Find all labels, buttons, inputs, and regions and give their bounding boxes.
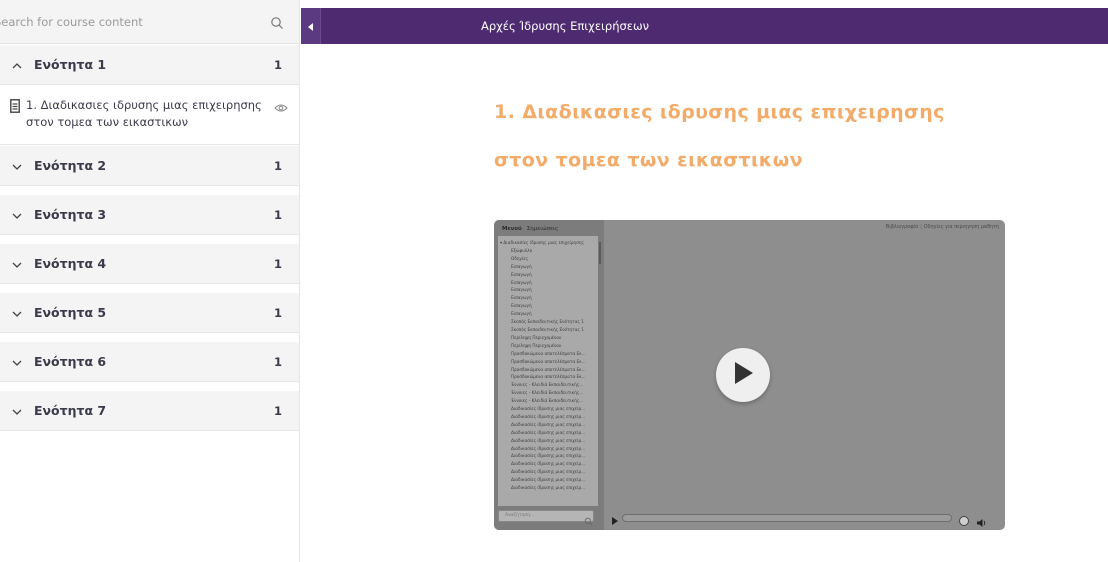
player-menu-item[interactable]: Διαδικασίες ίδρυσης μιας επιχείρ... (498, 421, 586, 429)
section-header-6[interactable]: Ενότητα 6 1 (0, 342, 299, 382)
player-menu-item[interactable]: Έννοιες - Κλειδιά Εκπαιδευτικής... (498, 381, 586, 389)
section-header-3[interactable]: Ενότητα 3 1 (0, 195, 299, 235)
chevron-down-icon (10, 257, 24, 271)
section-header-4[interactable]: Ενότητα 4 1 (0, 244, 299, 284)
section-title: Ενότητα 2 (34, 158, 107, 173)
section-title: Ενότητα 1 (34, 57, 107, 72)
player-menu-item[interactable]: Εισαγωγή (498, 279, 586, 287)
seek-bar[interactable] (622, 514, 952, 522)
chevron-down-icon (10, 306, 24, 320)
player-menu-item[interactable]: Σκοπός Εκπαιδευτικής Ενότητας 1 (498, 318, 586, 326)
chevron-down-icon (10, 404, 24, 418)
course-sidebar: Ενότητα 1 1 1. Διαδικασιες ιδρυσης μιας … (0, 0, 300, 562)
section-header-2[interactable]: Ενότητα 2 1 (0, 146, 299, 186)
section-count: 1 (273, 403, 282, 418)
section-title: Ενότητα 7 (34, 403, 107, 418)
player-menu-item[interactable]: Εισαγωγή (498, 294, 586, 302)
section-count: 1 (273, 207, 282, 222)
course-header: Αρχές Ίδρυσης Επιχειρήσεων (301, 8, 1108, 44)
player-menu-item[interactable]: Εισαγωγή (498, 302, 586, 310)
player-menu-item[interactable]: Προσδοκώμενα αποτελέσματα Εκ... (498, 366, 586, 374)
caret-left-icon (307, 17, 315, 36)
play-icon (731, 360, 755, 390)
lesson-title: 1. Διαδικασιες ιδρυσης μιας επιχειρησης … (26, 98, 262, 129)
player-menu-item[interactable]: Περίληψη Περιεχομένου (498, 334, 586, 342)
player-menu-item[interactable]: Διαδικασίες ίδρυσης μιας επιχείρ... (498, 460, 586, 468)
section-count: 1 (273, 305, 282, 320)
document-icon (10, 98, 20, 113)
player-menu-item[interactable]: Εισαγωγή (498, 263, 586, 271)
player-menu-item[interactable]: Έννοιες - Κλειδιά Εκπαιδευτικής... (498, 389, 586, 397)
section-header-5[interactable]: Ενότητα 5 1 (0, 293, 299, 333)
player-menu-item[interactable]: Εισαγωγή (498, 310, 586, 318)
section-count: 1 (273, 256, 282, 271)
section-title: Ενότητα 3 (34, 207, 107, 222)
bibliography-link[interactable]: Βιβλιογραφία (886, 225, 918, 230)
menu-scrollbar[interactable] (599, 242, 601, 264)
section-count: 1 (273, 158, 282, 173)
player-menu-panel: Μενού Σημειώσεις ▾ Διαδικασίες ίδρυσης μ… (494, 220, 604, 530)
section-header-1[interactable]: Ενότητα 1 1 (0, 45, 299, 85)
section-title: Ενότητα 4 (34, 256, 107, 271)
player-menu-item[interactable]: Περίληψη Περιεχομένου (498, 342, 586, 350)
player-menu-item[interactable]: Διαδικασίες ίδρυσης μιας επιχείρ... (498, 476, 586, 484)
player-menu-item[interactable]: ▾ Διαδικασίες ίδρυσης μιας επιχείρησης (498, 239, 586, 247)
player-menu-item[interactable]: Διαδικασίες ίδρυσης μιας επιχείρ... (498, 452, 586, 460)
chevron-up-icon (10, 58, 24, 72)
volume-icon[interactable] (976, 513, 988, 527)
play-control-icon[interactable] (610, 512, 620, 525)
player-menu-item[interactable]: Διαδικασίες ίδρυσης μιας επιχείρ... (498, 413, 586, 421)
tab-notes[interactable]: Σημειώσεις (527, 226, 558, 232)
player-menu-item[interactable]: Προσδοκώμενα αποτελέσματα Εκ... (498, 358, 586, 366)
player-menu-item[interactable]: Διαδικασίες ίδρυσης μιας επιχείρ... (498, 484, 586, 492)
player-menu-item[interactable]: Εξώφυλλο (498, 247, 586, 255)
search-bar (0, 0, 299, 44)
player-menu-item[interactable]: Διαδικασίες ίδρυσης μιας επιχείρ... (498, 405, 586, 413)
section-title: Ενότητα 5 (34, 305, 107, 320)
player-controls (610, 512, 999, 527)
player-menu-item[interactable]: Διαδικασίες ίδρυσης μιας επιχείρ... (498, 429, 586, 437)
search-input[interactable] (0, 7, 234, 36)
player-menu-item[interactable]: Προσδοκώμενα αποτελέσματα Εκ... (498, 373, 586, 381)
player-menu-item[interactable]: Εισαγωγή (498, 286, 586, 294)
section-title: Ενότητα 6 (34, 354, 107, 369)
section-count: 1 (273, 57, 282, 72)
player-tabs: Μενού Σημειώσεις (502, 226, 558, 232)
player-menu-item[interactable]: Έννοιες - Κλειδιά Εκπαιδευτικής... (498, 397, 586, 405)
player-menu-item[interactable]: Εισαγωγή (498, 271, 586, 279)
link-separator: | (920, 225, 922, 230)
player-menu-item[interactable]: Διαδικασίες ίδρυσης μιας επιχείρ... (498, 437, 586, 445)
navigation-help-link[interactable]: Οδηγίες για περιηγηση μαθητή (924, 225, 999, 230)
chevron-down-icon (10, 208, 24, 222)
search-icon[interactable] (584, 511, 593, 526)
lesson-item-1[interactable]: 1. Διαδικασιες ιδρυσης μιας επιχειρησης … (0, 89, 299, 145)
seek-knob-icon[interactable] (958, 512, 970, 526)
video-player[interactable]: Μενού Σημειώσεις ▾ Διαδικασίες ίδρυσης μ… (494, 220, 1005, 530)
sidebar-toggle-button[interactable] (301, 8, 321, 44)
chevron-down-icon (10, 159, 24, 173)
section-header-7[interactable]: Ενότητα 7 1 (0, 391, 299, 431)
player-menu-item[interactable]: Προσδοκώμενα αποτελέσματα Εκ... (498, 350, 586, 358)
course-title: Αρχές Ίδρυσης Επιχειρήσεων (481, 19, 650, 33)
player-links: Βιβλιογραφία | Οδηγίες για περιηγηση μαθητ… (886, 225, 999, 230)
play-button[interactable] (716, 348, 770, 402)
section-count: 1 (273, 354, 282, 369)
course-viewer: Ενότητα 1 1 1. Διαδικασιες ιδρυσης μιας … (0, 0, 1108, 562)
chevron-down-icon (10, 355, 24, 369)
player-menu-item[interactable]: Διαδικασίες ίδρυσης μιας επιχείρ... (498, 445, 586, 453)
player-search-input[interactable]: Αναζήτηση... (498, 510, 594, 522)
eye-icon[interactable] (274, 99, 288, 112)
page-title: 1. Διαδικασιες ιδρυσης μιας επιχειρησης … (494, 101, 945, 171)
player-menu-item[interactable]: Διαδικασίες ίδρυσης μιας επιχείρ... (498, 468, 586, 476)
player-menu-item[interactable]: Οδηγίες (498, 255, 586, 263)
player-menu-item[interactable]: Σκοπός Εκπαιδευτικής Ενότητας 1 (498, 326, 586, 334)
player-menu-list: ▾ Διαδικασίες ίδρυσης μιας επιχείρησης Εξ… (498, 236, 598, 506)
tab-menu[interactable]: Μενού (502, 226, 522, 232)
search-icon[interactable] (270, 15, 284, 29)
